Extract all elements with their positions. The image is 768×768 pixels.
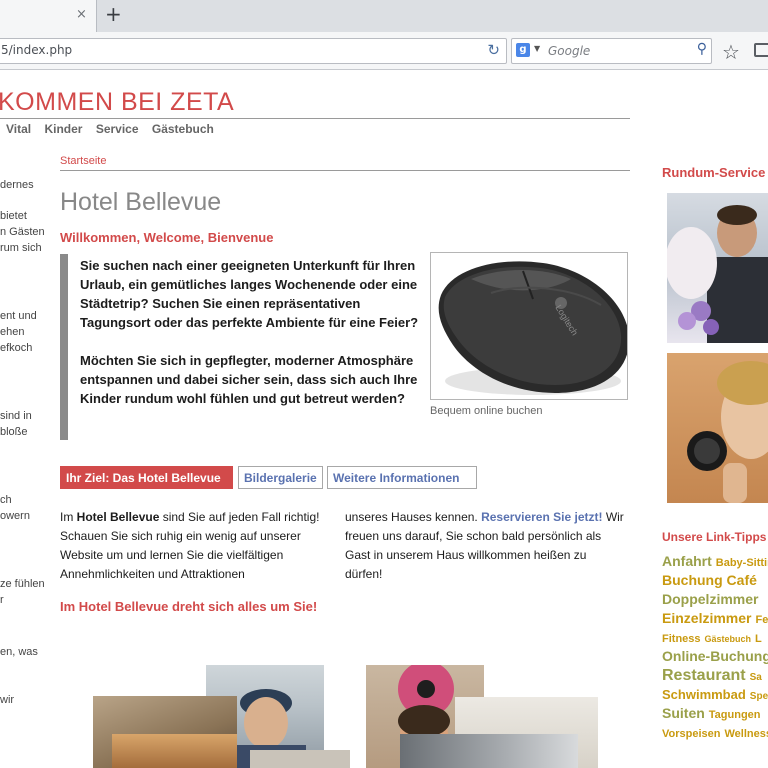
- main-nav: Vital Kinder Service Gästebuch: [6, 122, 224, 136]
- photo-misc[interactable]: [250, 750, 350, 768]
- rundum-service-title: Rundum-Service: [662, 165, 766, 180]
- tag-link[interactable]: Restaurant: [662, 667, 746, 684]
- photo-window[interactable]: [400, 734, 578, 768]
- divider: [60, 170, 630, 171]
- tag-row: Einzelzimmer Fe: [662, 609, 768, 628]
- photo-wedding[interactable]: [667, 193, 768, 343]
- left-column-text: owern: [0, 510, 30, 522]
- tag-link[interactable]: Doppelzimmer: [662, 591, 758, 607]
- tag-link[interactable]: Fitness: [662, 633, 701, 645]
- tag-row: Schwimmbad Spe: [662, 685, 768, 704]
- left-column-text: en, was: [0, 646, 38, 658]
- tag-row: Doppelzimmer: [662, 590, 768, 609]
- tag-link[interactable]: Schwimmbad: [662, 687, 746, 702]
- tag-link[interactable]: Einzelzimmer: [662, 610, 751, 626]
- navigation-bar: 5/index.php ↻ g ▼ Google ⚲ ☆: [0, 32, 768, 70]
- search-placeholder[interactable]: Google: [548, 44, 590, 58]
- tag-row: Anfahrt Baby-Sitting: [662, 552, 768, 571]
- tag-link[interactable]: Baby-Sitting: [716, 557, 768, 569]
- bookmark-star-icon[interactable]: ☆: [722, 40, 740, 64]
- left-column-text: bietet: [0, 210, 27, 222]
- tag-cloud: Anfahrt Baby-Sitting Buchung Café Doppelzim…: [662, 552, 768, 742]
- tag-link[interactable]: Buchung Café: [662, 572, 757, 588]
- left-column-text: sind in: [0, 410, 32, 422]
- chevron-down-icon[interactable]: ▼: [534, 44, 540, 53]
- search-bar[interactable]: g ▼ Google ⚲: [511, 38, 712, 64]
- photo-woman-mirror[interactable]: [667, 353, 768, 503]
- photo-content: [667, 205, 768, 343]
- nav-item-vital[interactable]: Vital: [6, 122, 31, 136]
- tag-row: Online-Buchung: [662, 647, 768, 666]
- left-column-text: r: [0, 594, 4, 606]
- tag-link[interactable]: L: [755, 633, 762, 645]
- photo-content: [687, 361, 768, 503]
- quote-bar: [60, 254, 68, 440]
- hotel-name: Hotel Bellevue: [76, 510, 160, 524]
- left-column-text: ch: [0, 494, 12, 506]
- left-column-text: ent und: [0, 310, 37, 322]
- tag-row: Vorspeisen Wellness: [662, 723, 768, 742]
- page-title: Hotel Bellevue: [60, 188, 222, 216]
- tag-row: Fitness Gästebuch L: [662, 628, 768, 647]
- tag-link[interactable]: Vorspeisen: [662, 728, 721, 740]
- tag-row: Restaurant Sa: [662, 666, 768, 685]
- reload-icon[interactable]: ↻: [487, 41, 500, 59]
- tag-row: Buchung Café: [662, 571, 768, 590]
- nav-item-kinder[interactable]: Kinder: [44, 122, 82, 136]
- site-title: KOMMEN BEI ZETA: [0, 88, 235, 116]
- tag-link[interactable]: Tagungen: [709, 709, 761, 721]
- left-column-text: wir: [0, 694, 15, 706]
- image-caption: Bequem online buchen: [430, 405, 543, 417]
- tab-bildergalerie[interactable]: Bildergalerie: [238, 466, 323, 489]
- welcome-subtitle: Willkommen, Welcome, Bienvenue: [60, 230, 274, 245]
- left-column-text: bloße: [0, 426, 28, 438]
- close-tab-icon[interactable]: ×: [76, 7, 87, 22]
- body-text: unseres Hauses kennen.: [345, 510, 482, 524]
- left-column-text: ze fühlen: [0, 578, 45, 590]
- intro-text: Sie suchen nach einer geeigneten Unterku…: [80, 256, 420, 427]
- left-column-text: n Gästen: [0, 226, 45, 238]
- tag-link[interactable]: Gästebuch: [705, 634, 752, 644]
- breadcrumb[interactable]: Startseite: [60, 155, 106, 167]
- body-text-left: Im Hotel Bellevue sind Sie auf jeden Fal…: [60, 508, 335, 584]
- mouse-image[interactable]: Logitech: [430, 252, 628, 400]
- intro-paragraph: Sie suchen nach einer geeigneten Unterku…: [80, 258, 419, 330]
- tag-link[interactable]: Online-Buchung: [662, 648, 768, 664]
- tag-link[interactable]: Wellness: [725, 728, 768, 740]
- address-bar[interactable]: 5/index.php ↻: [0, 38, 507, 64]
- body-text: Im: [60, 510, 77, 524]
- tag-link[interactable]: Spe: [750, 691, 768, 702]
- tab-ihr-ziel[interactable]: Ihr Ziel: Das Hotel Bellevue: [60, 466, 233, 489]
- tab-strip: × +: [0, 0, 768, 32]
- tag-link[interactable]: Fe: [755, 614, 768, 626]
- url-text[interactable]: 5/index.php: [1, 43, 72, 57]
- left-column-text: dernes: [0, 179, 34, 191]
- left-column-text: rum sich: [0, 242, 42, 254]
- search-icon[interactable]: ⚲: [697, 41, 707, 57]
- tag-link[interactable]: Sa: [750, 672, 762, 683]
- reading-list-icon[interactable]: [754, 43, 768, 57]
- browser-tab[interactable]: ×: [0, 0, 97, 32]
- new-tab-icon[interactable]: +: [105, 2, 122, 26]
- intro-paragraph: Möchten Sie sich in gepflegter, moderner…: [80, 353, 418, 406]
- nav-item-service[interactable]: Service: [96, 122, 139, 136]
- tag-link[interactable]: Anfahrt: [662, 553, 712, 569]
- divider: [0, 118, 630, 119]
- tag-link[interactable]: Suiten: [662, 705, 705, 721]
- nav-item-gaestebuch[interactable]: Gästebuch: [152, 122, 214, 136]
- mouse-graphic: Logitech: [438, 261, 627, 395]
- left-column-text: efkoch: [0, 342, 33, 354]
- tagline: Im Hotel Bellevue dreht sich alles um Si…: [60, 599, 318, 614]
- google-icon[interactable]: g: [516, 43, 530, 57]
- body-text-right: unseres Hauses kennen. Reservieren Sie j…: [345, 508, 625, 584]
- tag-row: Suiten Tagungen: [662, 704, 768, 723]
- link-tipps-title: Unsere Link-Tipps: [662, 530, 767, 544]
- left-column-text: ehen: [0, 326, 25, 338]
- photo-food[interactable]: [112, 734, 237, 768]
- tab-weitere-informationen[interactable]: Weitere Informationen: [327, 466, 477, 489]
- reserve-link[interactable]: Reservieren Sie jetzt!: [481, 510, 602, 524]
